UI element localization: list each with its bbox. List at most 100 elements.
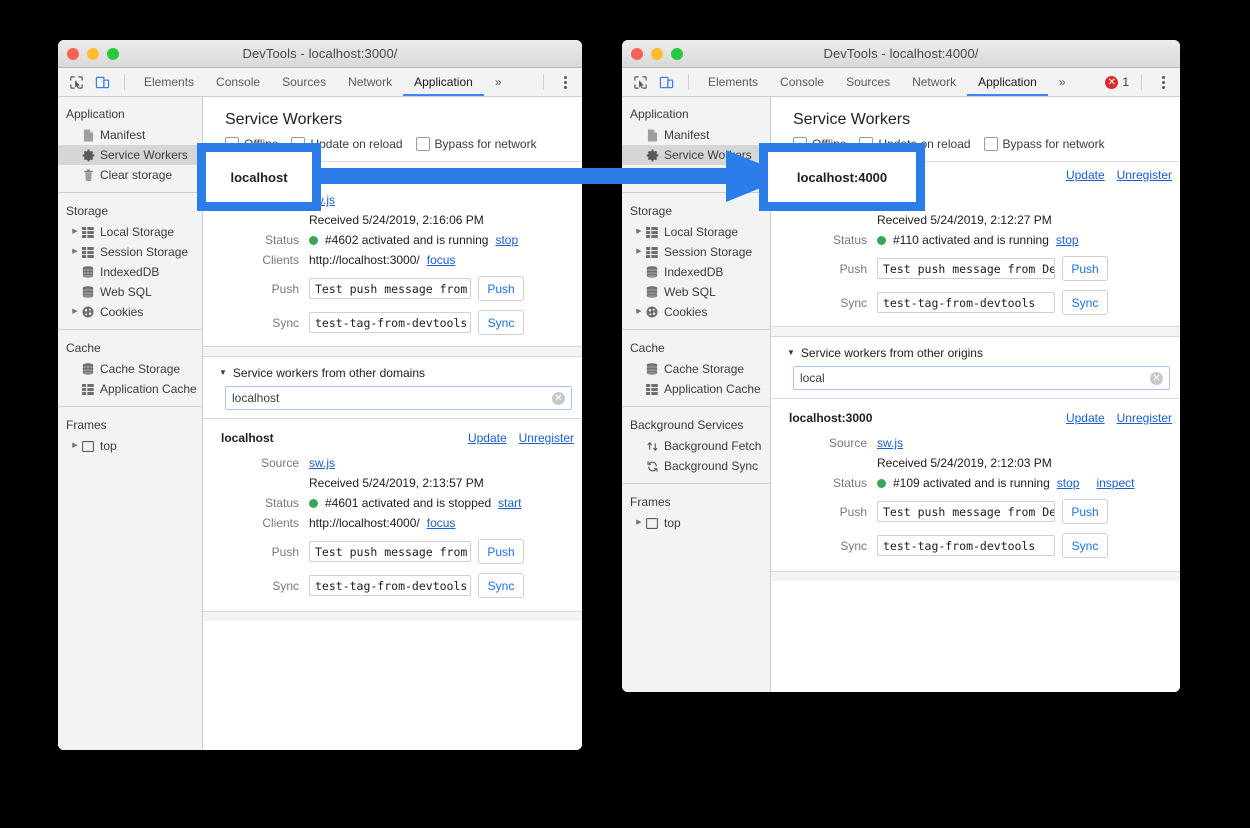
other-domains-disclosure[interactable]: ▼ Service workers from other domains: [203, 357, 582, 386]
sync-input[interactable]: test-tag-from-devtools: [309, 575, 471, 596]
chevron-right-icon[interactable]: ▶: [70, 436, 80, 456]
status-action-link[interactable]: stop: [495, 233, 518, 247]
sync-button[interactable]: Sync: [478, 573, 524, 598]
unregister-link[interactable]: Unregister: [1117, 168, 1172, 182]
sidebar-item-indexeddb[interactable]: IndexedDB: [58, 262, 202, 282]
sidebar-item-background-fetch[interactable]: Background Fetch: [622, 436, 770, 456]
inspect-element-icon[interactable]: [628, 71, 652, 93]
other-origins-filter-input[interactable]: local ✕: [793, 366, 1170, 390]
sidebar-item-manifest[interactable]: Manifest: [622, 125, 770, 145]
tab-network[interactable]: Network: [337, 69, 403, 96]
bypass-for-network-checkbox[interactable]: Bypass for network: [984, 137, 1105, 151]
update-link[interactable]: Update: [1066, 168, 1105, 182]
sidebar-item-local-storage[interactable]: ▶ Local Storage: [622, 222, 770, 242]
sidebar-item-clear-storage[interactable]: Clear storage: [622, 165, 770, 185]
chevron-right-icon[interactable]: ▶: [70, 222, 80, 242]
sidebar-item-session-storage[interactable]: ▶ Session Storage: [622, 242, 770, 262]
push-input[interactable]: Test push message from DevTo: [877, 258, 1055, 279]
sidebar-item-cookies[interactable]: ▶ Cookies: [622, 302, 770, 322]
chevron-right-icon[interactable]: ▶: [634, 222, 644, 242]
status-action-link[interactable]: start: [498, 496, 521, 510]
sidebar-item-cache-storage[interactable]: Cache Storage: [622, 359, 770, 379]
update-link[interactable]: Update: [468, 168, 507, 182]
status-action-link[interactable]: stop: [1056, 233, 1079, 247]
sidebar-item-local-storage[interactable]: ▶ Local Storage: [58, 222, 202, 242]
focus-link[interactable]: focus: [427, 253, 456, 267]
tab-console[interactable]: Console: [205, 69, 271, 96]
push-button[interactable]: Push: [1062, 256, 1108, 281]
close-button[interactable]: [67, 48, 79, 60]
sync-button[interactable]: Sync: [1062, 533, 1108, 558]
update-link[interactable]: Update: [1066, 411, 1105, 425]
tab-sources[interactable]: Sources: [271, 69, 337, 96]
minimize-button[interactable]: [87, 48, 99, 60]
checkbox-box[interactable]: [416, 137, 430, 151]
tab-elements[interactable]: Elements: [133, 69, 205, 96]
bypass-for-network-checkbox[interactable]: Bypass for network: [416, 137, 537, 151]
tab-elements[interactable]: Elements: [697, 69, 769, 96]
source-link[interactable]: sw.js: [309, 456, 335, 470]
other-origins-disclosure[interactable]: ▼ Service workers from other origins: [771, 337, 1180, 366]
sidebar-item-service-workers[interactable]: Service Workers: [58, 145, 202, 165]
sync-input[interactable]: test-tag-from-devtools: [877, 535, 1055, 556]
chevron-right-icon[interactable]: ▶: [70, 302, 80, 322]
status-action-link[interactable]: stop: [1057, 476, 1080, 490]
chevron-down-icon[interactable]: ▼: [219, 369, 227, 377]
sidebar-item-session-storage[interactable]: ▶ Session Storage: [58, 242, 202, 262]
error-badge[interactable]: ✕ 1: [1105, 75, 1129, 89]
sidebar-item-web-sql[interactable]: Web SQL: [622, 282, 770, 302]
sidebar-item-web-sql[interactable]: Web SQL: [58, 282, 202, 302]
sync-button[interactable]: Sync: [1062, 290, 1108, 315]
tab-console[interactable]: Console: [769, 69, 835, 96]
source-link[interactable]: sw.js: [877, 436, 903, 450]
minimize-button[interactable]: [651, 48, 663, 60]
sync-input[interactable]: test-tag-from-devtools: [309, 312, 471, 333]
sidebar-item-manifest[interactable]: Manifest: [58, 125, 202, 145]
unregister-link[interactable]: Unregister: [519, 168, 574, 182]
tab-network[interactable]: Network: [901, 69, 967, 96]
sidebar-item-application-cache[interactable]: Application Cache: [622, 379, 770, 399]
chevron-down-icon[interactable]: ▼: [787, 349, 795, 357]
chevron-right-icon[interactable]: ▶: [634, 302, 644, 322]
clear-input-icon[interactable]: ✕: [1150, 372, 1163, 385]
device-toolbar-icon[interactable]: [90, 71, 114, 93]
device-toolbar-icon[interactable]: [654, 71, 678, 93]
sidebar-item-top-frame[interactable]: ▶ top: [58, 436, 202, 456]
zoom-button[interactable]: [671, 48, 683, 60]
sidebar-item-top-frame[interactable]: ▶ top: [622, 513, 770, 533]
unregister-link[interactable]: Unregister: [519, 431, 574, 445]
tab-application[interactable]: Application: [967, 69, 1048, 96]
chevron-right-icon[interactable]: ▶: [634, 242, 644, 262]
traffic-lights[interactable]: [631, 40, 683, 67]
push-input[interactable]: Test push message from DevTo: [877, 501, 1055, 522]
push-button[interactable]: Push: [478, 539, 524, 564]
kebab-menu-icon[interactable]: [1154, 72, 1172, 92]
sidebar-item-background-sync[interactable]: Background Sync: [622, 456, 770, 476]
push-button[interactable]: Push: [1062, 499, 1108, 524]
sync-input[interactable]: test-tag-from-devtools: [877, 292, 1055, 313]
zoom-button[interactable]: [107, 48, 119, 60]
sidebar-item-cookies[interactable]: ▶ Cookies: [58, 302, 202, 322]
sync-button[interactable]: Sync: [478, 310, 524, 335]
tab-more-chevron[interactable]: »: [484, 69, 513, 96]
chevron-right-icon[interactable]: ▶: [70, 242, 80, 262]
tab-application[interactable]: Application: [403, 69, 484, 96]
sidebar-item-service-workers[interactable]: Service Workers: [622, 145, 770, 165]
tab-more-chevron[interactable]: »: [1048, 69, 1077, 96]
tab-sources[interactable]: Sources: [835, 69, 901, 96]
sidebar-item-clear-storage[interactable]: Clear storage: [58, 165, 202, 185]
sidebar-item-indexeddb[interactable]: IndexedDB: [622, 262, 770, 282]
sidebar-item-application-cache[interactable]: Application Cache: [58, 379, 202, 399]
update-link[interactable]: Update: [468, 431, 507, 445]
close-button[interactable]: [631, 48, 643, 60]
inspect-link[interactable]: inspect: [1096, 476, 1134, 490]
push-input[interactable]: Test push message from De: [309, 541, 471, 562]
clear-input-icon[interactable]: ✕: [552, 392, 565, 405]
traffic-lights[interactable]: [67, 40, 119, 67]
sidebar-item-cache-storage[interactable]: Cache Storage: [58, 359, 202, 379]
push-input[interactable]: Test push message from De: [309, 278, 471, 299]
unregister-link[interactable]: Unregister: [1117, 411, 1172, 425]
focus-link[interactable]: focus: [427, 516, 456, 530]
push-button[interactable]: Push: [478, 276, 524, 301]
chevron-right-icon[interactable]: ▶: [634, 513, 644, 533]
